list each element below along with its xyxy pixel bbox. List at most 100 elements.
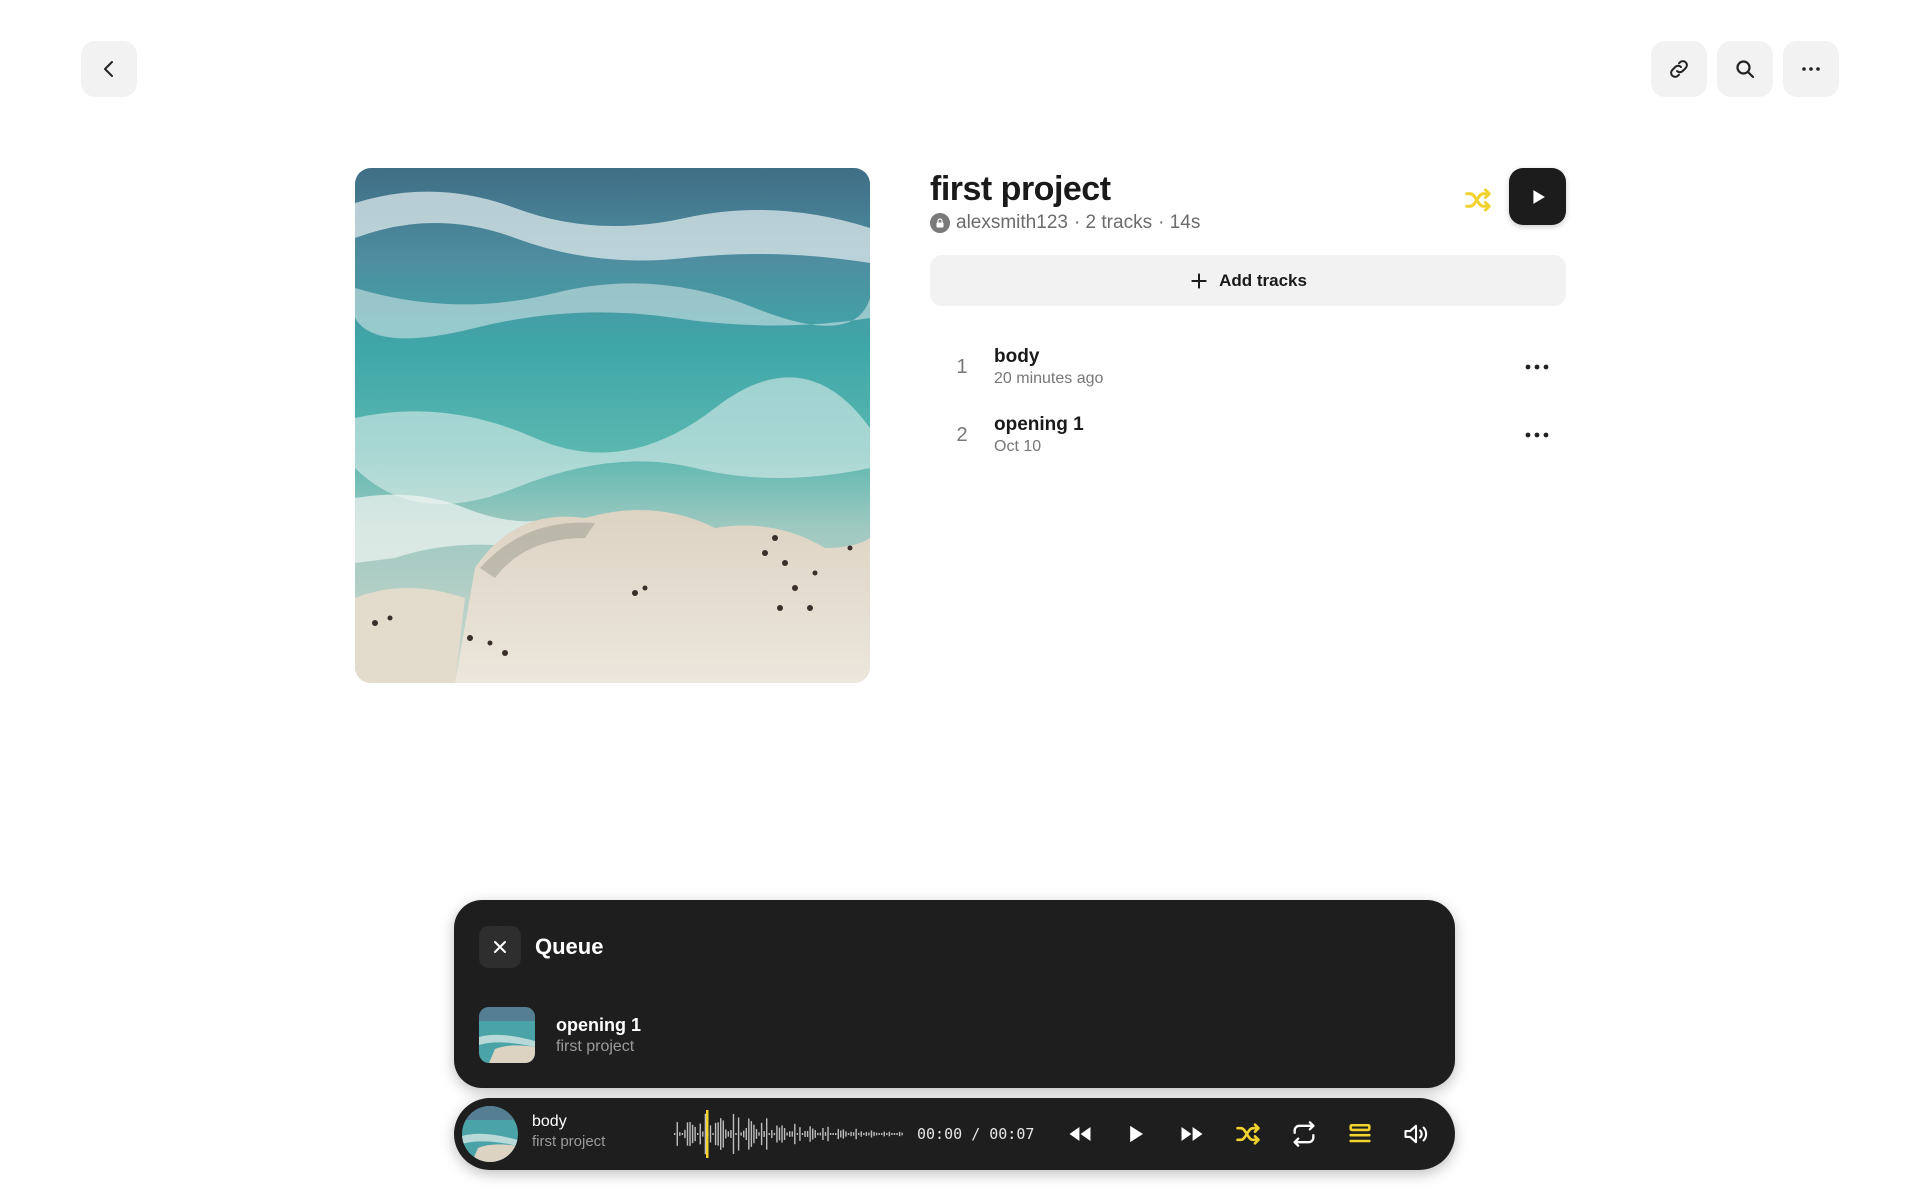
waveform-bar bbox=[679, 1132, 681, 1136]
repeat-icon bbox=[1293, 1121, 1315, 1147]
waveform-bar bbox=[868, 1132, 870, 1136]
waveform-bar bbox=[783, 1127, 786, 1141]
rewind-button[interactable] bbox=[1062, 1116, 1098, 1152]
waveform-bar bbox=[776, 1125, 778, 1143]
total-time: 00:07 bbox=[989, 1125, 1035, 1143]
now-playing-project: first project bbox=[532, 1133, 606, 1150]
queue-panel: Queue opening 1 first project bbox=[454, 900, 1455, 1088]
waveform-bar bbox=[699, 1123, 701, 1145]
volume-button[interactable] bbox=[1398, 1116, 1434, 1152]
waveform-bar bbox=[740, 1132, 742, 1136]
waveform-bar bbox=[896, 1133, 898, 1135]
close-queue-button[interactable] bbox=[479, 926, 521, 968]
playback-time: 00:00 / 00:07 bbox=[917, 1125, 1034, 1143]
project-info: first project alexsmith123 · 2 tracks · … bbox=[930, 168, 1566, 455]
project-track-count: · 2 tracks bbox=[1073, 212, 1153, 233]
waveform-scrubber[interactable] bbox=[674, 1106, 904, 1162]
more-horizontal-icon bbox=[1802, 67, 1820, 71]
waveform-bar bbox=[865, 1131, 868, 1137]
project-cover-image bbox=[355, 168, 870, 683]
track-more-button[interactable] bbox=[1522, 423, 1552, 447]
waveform-bar bbox=[875, 1132, 878, 1136]
play-icon bbox=[1130, 1125, 1143, 1143]
track-number: 2 bbox=[956, 423, 968, 446]
shuffle-toggle[interactable] bbox=[1230, 1116, 1266, 1152]
waveform-bar bbox=[860, 1131, 862, 1137]
waveform-bar bbox=[760, 1122, 763, 1146]
back-button[interactable] bbox=[81, 41, 137, 97]
close-icon bbox=[494, 941, 506, 953]
waveform-bar bbox=[819, 1132, 822, 1136]
search-icon bbox=[1736, 60, 1755, 79]
time-separator: / bbox=[971, 1125, 981, 1143]
waveform-bar bbox=[758, 1132, 760, 1136]
waveform-bar bbox=[855, 1128, 857, 1140]
waveform-bar bbox=[771, 1129, 773, 1139]
waveform-bar bbox=[704, 1113, 707, 1155]
track-date: Oct 10 bbox=[994, 438, 1042, 455]
waveform-bar bbox=[725, 1129, 727, 1139]
track-more-button[interactable] bbox=[1522, 355, 1552, 379]
add-tracks-label: Add tracks bbox=[1219, 270, 1307, 290]
waveform-bar bbox=[873, 1131, 875, 1137]
shuffle-button[interactable] bbox=[1456, 178, 1500, 222]
playhead[interactable] bbox=[706, 1110, 709, 1158]
waveform-bar bbox=[878, 1133, 880, 1135]
waveform-bar bbox=[901, 1132, 903, 1136]
fast-forward-button[interactable] bbox=[1174, 1116, 1210, 1152]
waveform-bar bbox=[832, 1133, 834, 1135]
waveform-bar bbox=[850, 1131, 852, 1137]
waveform-bar bbox=[827, 1126, 829, 1142]
waveform-bar bbox=[847, 1133, 850, 1135]
waveform-bar bbox=[735, 1133, 737, 1135]
waveform-bar bbox=[674, 1133, 676, 1135]
waveform-bar bbox=[806, 1130, 809, 1138]
waveform-bar bbox=[730, 1130, 732, 1138]
waveform-bar bbox=[727, 1131, 730, 1137]
waveform-bar bbox=[781, 1125, 783, 1143]
fast-forward-icon bbox=[1181, 1127, 1203, 1141]
waveform-bar bbox=[791, 1131, 793, 1137]
waveform-bar bbox=[804, 1131, 806, 1137]
queue-title: Queue bbox=[535, 934, 604, 959]
queue-item[interactable]: opening 1 first project bbox=[479, 1007, 641, 1063]
track-row[interactable]: 2 opening 1 Oct 10 bbox=[930, 401, 1566, 469]
player-bar: body first project 00:00 / 00:07 bbox=[454, 1098, 1455, 1170]
waveform-bar bbox=[778, 1127, 781, 1141]
waveform-bar bbox=[794, 1123, 796, 1145]
waveform-bar bbox=[689, 1122, 691, 1146]
waveform-bar bbox=[789, 1131, 791, 1137]
shuffle-icon bbox=[1465, 188, 1491, 212]
waveform-bar bbox=[799, 1127, 801, 1141]
project-owner[interactable]: alexsmith123 bbox=[956, 212, 1068, 234]
play-project-button[interactable] bbox=[1509, 168, 1566, 225]
rewind-icon bbox=[1069, 1127, 1091, 1141]
waveform-bar bbox=[737, 1117, 740, 1151]
queue-toggle[interactable] bbox=[1342, 1116, 1378, 1152]
waveform-bar bbox=[888, 1131, 891, 1137]
project-duration: · 14s bbox=[1158, 212, 1201, 233]
play-button[interactable] bbox=[1118, 1116, 1154, 1152]
waveform-bar bbox=[697, 1133, 699, 1135]
waveform-bar bbox=[801, 1133, 804, 1135]
more-options-button[interactable] bbox=[1783, 41, 1839, 97]
plus-icon bbox=[1191, 272, 1207, 289]
chevron-left-icon bbox=[104, 61, 113, 77]
waveform-bar bbox=[755, 1129, 758, 1139]
waveform-bar bbox=[886, 1133, 888, 1135]
waveform-bar bbox=[745, 1127, 747, 1141]
waveform-bar bbox=[829, 1133, 832, 1135]
waveform-bar bbox=[763, 1130, 765, 1138]
queue-item-subtitle: first project bbox=[556, 1037, 635, 1055]
track-list: 1 body 20 minutes ago 2 opening 1 Oct 10 bbox=[930, 333, 1566, 469]
waveform-bar bbox=[809, 1126, 811, 1142]
copy-link-button[interactable] bbox=[1651, 41, 1707, 97]
add-tracks-button[interactable]: Add tracks bbox=[930, 255, 1566, 306]
track-row[interactable]: 1 body 20 minutes ago bbox=[930, 333, 1566, 401]
waveform-bar bbox=[773, 1132, 776, 1136]
waveform-bar bbox=[768, 1133, 770, 1135]
more-horizontal-icon bbox=[1525, 364, 1549, 370]
repeat-toggle[interactable] bbox=[1286, 1116, 1322, 1152]
waveform-bar bbox=[822, 1127, 824, 1141]
search-button[interactable] bbox=[1717, 41, 1773, 97]
